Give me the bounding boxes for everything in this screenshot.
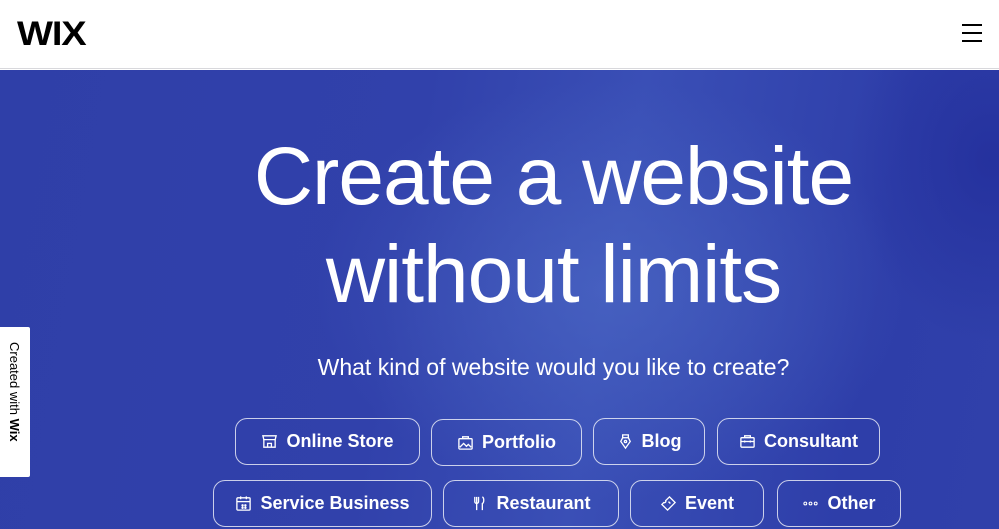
category-label: Portfolio xyxy=(482,432,556,452)
hamburger-menu-icon[interactable] xyxy=(959,22,985,44)
category-label: Restaurant xyxy=(496,493,591,513)
hero-subheadline: What kind of website would you like to c… xyxy=(317,354,790,380)
headline-line-2: without limits xyxy=(325,229,782,320)
category-restaurant-button[interactable]: Restaurant xyxy=(443,480,619,527)
category-label: Event xyxy=(684,493,735,513)
menu-line xyxy=(962,40,982,42)
portfolio-image-icon xyxy=(457,434,474,451)
hero-section: Create a website without limits What kin… xyxy=(0,70,999,529)
site-header: WIX xyxy=(0,0,999,69)
category-blog-button[interactable]: Blog xyxy=(593,418,705,465)
fork-knife-icon xyxy=(471,495,488,512)
pen-nib-icon xyxy=(617,433,634,450)
menu-line xyxy=(962,32,982,34)
wix-logo[interactable]: WIX xyxy=(17,14,87,54)
category-other-button[interactable]: Other xyxy=(777,480,901,527)
menu-line xyxy=(962,24,982,26)
badge-prefix: Created with xyxy=(7,342,22,419)
calendar-icon xyxy=(235,495,252,512)
category-label: Other xyxy=(827,493,876,513)
headline-line-1: Create a website xyxy=(253,131,854,222)
category-label: Online Store xyxy=(286,431,394,451)
badge-brand: Wix xyxy=(7,418,22,442)
category-service-business-button[interactable]: Service Business xyxy=(213,480,432,527)
category-consultant-button[interactable]: Consultant xyxy=(717,418,880,465)
category-label: Consultant xyxy=(764,431,858,451)
ticket-icon xyxy=(660,495,677,512)
hero-headline: Create a website without limits xyxy=(0,128,999,324)
storefront-icon xyxy=(261,433,278,450)
category-event-button[interactable]: Event xyxy=(630,480,764,527)
category-online-store-button[interactable]: Online Store xyxy=(235,418,420,465)
more-dots-icon xyxy=(802,495,819,512)
category-portfolio-button[interactable]: Portfolio xyxy=(431,419,582,466)
badge-text: Created with Wix xyxy=(4,342,24,442)
briefcase-icon xyxy=(739,433,756,450)
created-with-wix-badge[interactable]: Created with Wix xyxy=(0,327,30,477)
category-label: Blog xyxy=(641,431,682,451)
category-label: Service Business xyxy=(260,493,410,513)
